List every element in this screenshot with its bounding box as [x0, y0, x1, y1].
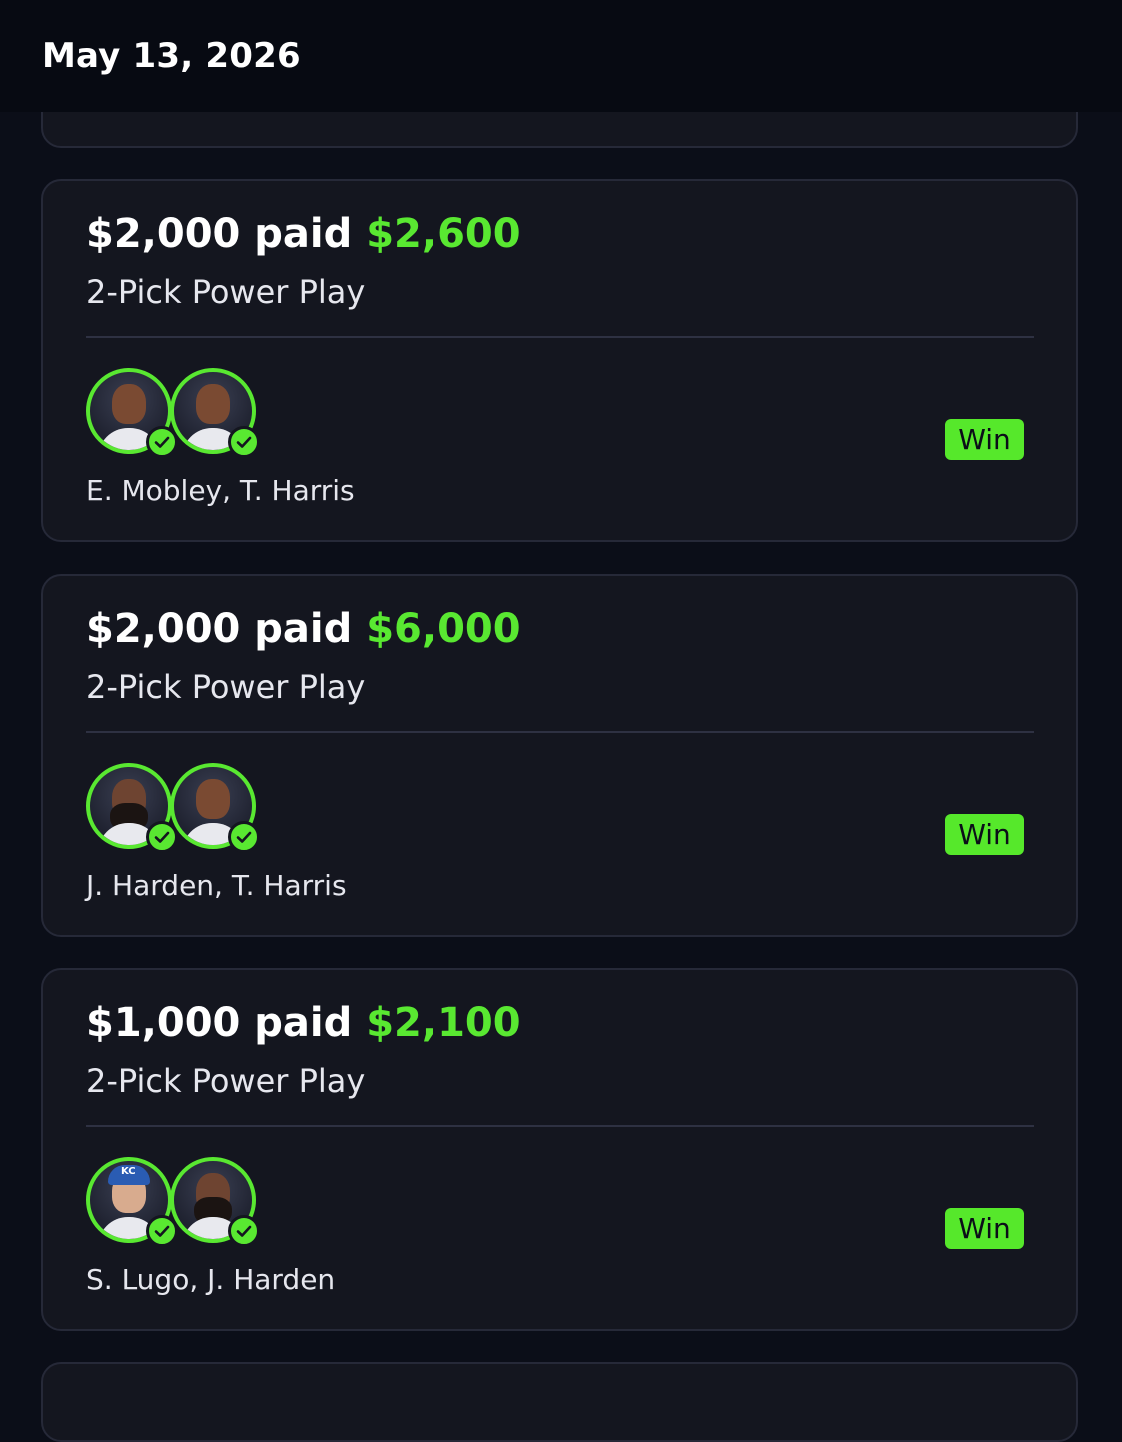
entry-payout: $2,600 — [366, 211, 521, 257]
entry-play-type: 2-Pick Power Play — [86, 1062, 366, 1100]
entry-amount-line: $2,000 paid $6,000 — [86, 606, 521, 652]
check-circle-icon — [146, 821, 178, 853]
entry-card[interactable]: $1,000 paid $2,100 2-Pick Power Play KC … — [41, 968, 1078, 1331]
entry-paid-word: paid — [254, 211, 353, 257]
win-badge: Win — [945, 419, 1024, 460]
entry-play-type: 2-Pick Power Play — [86, 668, 366, 706]
entry-payout: $2,100 — [366, 1000, 521, 1046]
entry-card[interactable]: $2,000 paid $2,600 2-Pick Power Play E. … — [41, 179, 1078, 542]
entry-divider — [86, 1125, 1034, 1127]
entry-card[interactable]: $2,000 paid $6,000 2-Pick Power Play J. … — [41, 574, 1078, 937]
check-circle-icon — [228, 821, 260, 853]
entry-card-partial[interactable] — [41, 1362, 1078, 1442]
check-circle-icon — [146, 1215, 178, 1247]
date-label: May 13, 2026 — [42, 36, 301, 76]
entry-paid-word: paid — [254, 606, 353, 652]
entry-paid-amount: $1,000 — [86, 1000, 241, 1046]
check-circle-icon — [146, 426, 178, 458]
entry-amount-line: $2,000 paid $2,600 — [86, 211, 521, 257]
entry-avatars: KC — [86, 1157, 266, 1249]
date-header: May 13, 2026 — [0, 0, 1122, 112]
entry-players: J. Harden, T. Harris — [86, 869, 347, 902]
check-circle-icon — [228, 426, 260, 458]
entry-avatars — [86, 368, 266, 460]
win-badge: Win — [945, 1208, 1024, 1249]
win-badge: Win — [945, 814, 1024, 855]
entry-play-type: 2-Pick Power Play — [86, 273, 366, 311]
entry-divider — [86, 336, 1034, 338]
entry-avatars — [86, 763, 266, 855]
entry-paid-amount: $2,000 — [86, 606, 241, 652]
entry-players: E. Mobley, T. Harris — [86, 474, 355, 507]
entry-divider — [86, 731, 1034, 733]
entry-paid-word: paid — [254, 1000, 353, 1046]
entry-paid-amount: $2,000 — [86, 211, 241, 257]
entry-payout: $6,000 — [366, 606, 521, 652]
entry-amount-line: $1,000 paid $2,100 — [86, 1000, 521, 1046]
check-circle-icon — [228, 1215, 260, 1247]
entry-players: S. Lugo, J. Harden — [86, 1263, 336, 1296]
